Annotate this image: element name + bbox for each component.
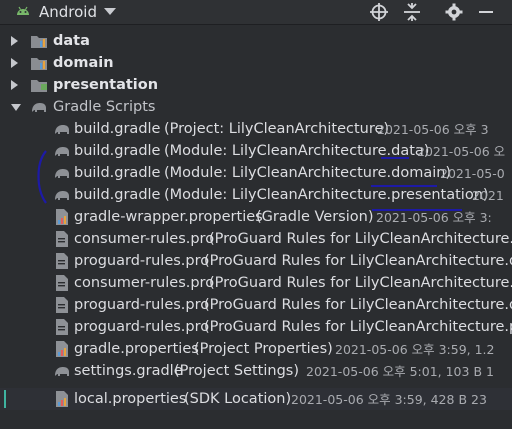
- file-name: local.properties: [74, 391, 187, 407]
- properties-file-icon: [56, 341, 68, 357]
- gradle-elephant-icon: [32, 103, 46, 112]
- file-name: consumer-rules.pro: [74, 231, 215, 247]
- annotation-underline: [371, 185, 437, 187]
- android-icon: [17, 6, 29, 15]
- annotation-bracket: [37, 150, 47, 204]
- file-detail: (ProGuard Rules for LilyCleanArchitectur…: [209, 275, 512, 291]
- module-folder-icon: [31, 58, 47, 70]
- file-name: build.gradle: [74, 165, 161, 181]
- file-name: build.gradle: [74, 187, 161, 203]
- file-detail: (SDK Location): [184, 391, 292, 407]
- tree-item-file[interactable]: consumer-rules.pro (ProGuard Rules for L…: [0, 228, 512, 250]
- tree-item-file[interactable]: proguard-rules.pro (ProGuard Rules for L…: [0, 250, 512, 272]
- annotation-underline: [372, 209, 462, 211]
- file-name: proguard-rules.pro: [74, 319, 210, 335]
- tree-item-label: Gradle Scripts: [53, 99, 156, 115]
- project-toolbar: Android: [0, 0, 512, 25]
- file-name: build.gradle: [74, 121, 161, 137]
- text-file-icon: [56, 297, 68, 313]
- file-meta: 2021: [472, 188, 504, 203]
- file-detail: (ProGuard Rules for LilyCleanArchitectur…: [209, 231, 512, 247]
- file-meta: 2021-05-06 오: [417, 144, 506, 159]
- tree-item-data[interactable]: data: [0, 30, 512, 52]
- file-detail: (ProGuard Rules for LilyCleanArchitectur…: [204, 297, 512, 313]
- module-folder-icon: [31, 80, 47, 92]
- file-name: gradle-wrapper.properties: [74, 209, 263, 225]
- tree-item-file[interactable]: consumer-rules.pro (ProGuard Rules for L…: [0, 272, 512, 294]
- tree-item-file[interactable]: proguard-rules.pro (ProGuard Rules for L…: [0, 316, 512, 338]
- annotation-underline: [381, 157, 409, 159]
- tree-item-file[interactable]: proguard-rules.pro (ProGuard Rules for L…: [0, 294, 512, 316]
- file-meta: 2021-05-06 오후 5:01, 103 B 1: [306, 364, 494, 379]
- file-name: proguard-rules.pro: [74, 297, 210, 313]
- chevron-right-icon[interactable]: [11, 58, 18, 68]
- module-folder-icon: [31, 36, 47, 48]
- file-meta: 2021-05-06 오후 3:59, 1.2: [335, 342, 495, 357]
- file-name: settings.gradle: [74, 363, 183, 379]
- file-name: consumer-rules.pro: [74, 275, 215, 291]
- file-detail: (Gradle Version): [256, 209, 374, 225]
- chevron-down-icon[interactable]: [104, 8, 116, 15]
- file-name: gradle.properties: [74, 341, 199, 357]
- minimize-icon[interactable]: [476, 2, 496, 22]
- tree-item-label: data: [53, 33, 90, 49]
- view-selector-label[interactable]: Android: [39, 2, 97, 22]
- file-detail: (Module: LilyCleanArchitecture.domain): [164, 165, 452, 181]
- tree-item-label: domain: [53, 55, 114, 71]
- file-detail: (Project Properties): [194, 341, 333, 357]
- file-meta: 2021-05-0: [440, 166, 505, 181]
- tree-item-file[interactable]: build.gradle (Module: LilyCleanArchitect…: [0, 184, 512, 206]
- tree-item-file[interactable]: settings.gradle (Project Settings) 2021-…: [0, 360, 512, 382]
- collapse-all-icon[interactable]: [402, 2, 422, 22]
- tree-item-file-selected[interactable]: local.properties (SDK Location) 2021-05-…: [0, 388, 512, 410]
- text-file-icon: [56, 275, 68, 291]
- text-file-icon: [56, 253, 68, 269]
- file-detail: (Module: LilyCleanArchitecture.presentat…: [164, 187, 489, 203]
- tree-item-file[interactable]: build.gradle (Project: LilyCleanArchitec…: [0, 118, 512, 140]
- tree-item-domain[interactable]: domain: [0, 52, 512, 74]
- file-detail: (Project: LilyCleanArchitecture): [164, 121, 390, 137]
- tree-item-presentation[interactable]: presentation: [0, 74, 512, 96]
- file-meta: 2021-05-06 오후 3:59, 428 B 23: [291, 392, 487, 407]
- tree-item-file[interactable]: gradle.properties (Project Properties) 2…: [0, 338, 512, 360]
- gradle-elephant-icon: [55, 367, 69, 376]
- chevron-down-icon[interactable]: [11, 104, 21, 111]
- text-file-icon: [56, 319, 68, 335]
- tree-item-file[interactable]: build.gradle (Module: LilyCleanArchitect…: [0, 140, 512, 162]
- gear-icon[interactable]: [444, 2, 464, 22]
- file-detail: (ProGuard Rules for LilyCleanArchitectur…: [204, 253, 512, 269]
- tree-item-gradle-scripts[interactable]: Gradle Scripts: [0, 96, 512, 118]
- file-name: proguard-rules.pro: [74, 253, 210, 269]
- gradle-elephant-icon: [55, 125, 69, 134]
- chevron-right-icon[interactable]: [11, 36, 18, 46]
- text-file-icon: [56, 231, 68, 247]
- crosshair-icon[interactable]: [369, 2, 389, 22]
- file-detail: (ProGuard Rules for LilyCleanArchitectur…: [204, 319, 512, 335]
- file-meta: 2021-05-06 오후 3: [377, 122, 489, 137]
- tree-item-file[interactable]: build.gradle (Module: LilyCleanArchitect…: [0, 162, 512, 184]
- chevron-right-icon[interactable]: [11, 80, 18, 90]
- properties-file-icon: [56, 391, 68, 407]
- file-name: build.gradle: [74, 143, 161, 159]
- properties-file-icon: [56, 209, 68, 225]
- file-detail: (Project Settings): [174, 363, 300, 379]
- tree-item-label: presentation: [53, 77, 159, 93]
- file-meta: 2021-05-06 오후 3:: [376, 210, 492, 225]
